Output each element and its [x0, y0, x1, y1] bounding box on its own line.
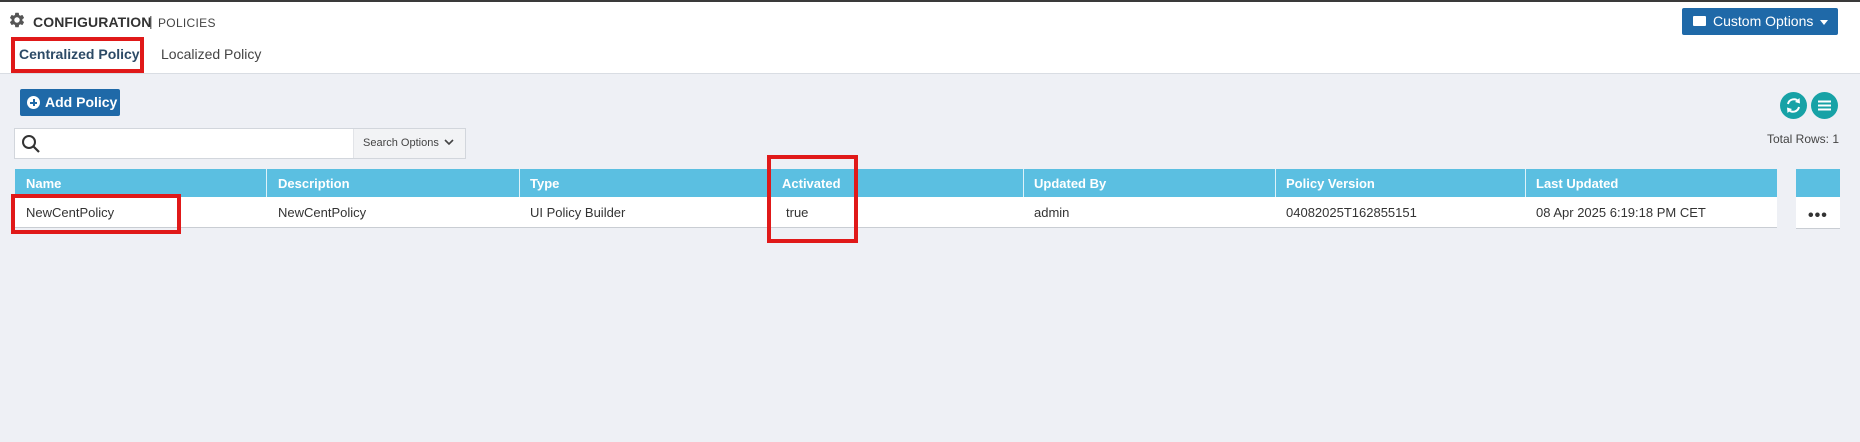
- caret-down-icon: [1820, 20, 1828, 25]
- custom-options-button[interactable]: Custom Options: [1682, 8, 1838, 35]
- column-header-type[interactable]: Type: [530, 176, 559, 191]
- column-header-policy-version[interactable]: Policy Version: [1286, 176, 1375, 191]
- table-menu-button[interactable]: [1811, 92, 1838, 119]
- column-header-description[interactable]: Description: [278, 176, 350, 191]
- column-header-name[interactable]: Name: [26, 176, 61, 191]
- column-divider: [1023, 169, 1024, 197]
- row-actions-cell: •••: [1796, 197, 1840, 229]
- search-input[interactable]: [47, 133, 357, 155]
- page-subtitle: POLICIES: [158, 16, 216, 30]
- monitor-icon: [1693, 16, 1706, 26]
- table-row[interactable]: NewCentPolicy NewCentPolicy UI Policy Bu…: [15, 197, 1777, 228]
- column-divider: [770, 169, 771, 197]
- cell-description: NewCentPolicy: [278, 205, 367, 220]
- policy-tabs: Centralized Policy Localized Policy: [0, 38, 1860, 74]
- table-header: Name Description Type Activated Updated …: [15, 169, 1777, 197]
- column-header-last-updated[interactable]: Last Updated: [1536, 176, 1618, 191]
- add-policy-button[interactable]: Add Policy: [20, 89, 120, 116]
- search-options-label: Search Options: [363, 137, 439, 149]
- gear-icon: [9, 12, 25, 28]
- cell-updated-by: admin: [1034, 205, 1070, 220]
- cell-activated: true: [786, 205, 809, 220]
- title-separator: |: [149, 13, 153, 29]
- cell-type: UI Policy Builder: [530, 205, 626, 220]
- column-divider: [266, 169, 267, 197]
- cell-name[interactable]: NewCentPolicy: [26, 205, 114, 220]
- total-rows: Total Rows: 1: [1766, 132, 1839, 146]
- column-header-updated-by[interactable]: Updated By: [1034, 176, 1106, 191]
- page-header: CONFIGURATION | POLICIES Custom Options: [0, 0, 1860, 38]
- cell-policy-version: 04082025T162855151: [1286, 205, 1417, 220]
- page-title: CONFIGURATION: [33, 14, 152, 30]
- column-divider: [1275, 169, 1276, 197]
- actions-column-header: [1796, 169, 1840, 197]
- search-options-dropdown[interactable]: Search Options: [353, 129, 465, 158]
- chevron-down-icon: [444, 139, 454, 146]
- cell-last-updated: 08 Apr 2025 6:19:18 PM CET: [1536, 205, 1706, 220]
- column-header-activated[interactable]: Activated: [782, 176, 841, 191]
- add-policy-label: Add Policy: [45, 94, 118, 110]
- menu-icon: [1818, 100, 1831, 111]
- tab-centralized-policy[interactable]: Centralized Policy: [19, 46, 140, 62]
- refresh-button[interactable]: [1780, 92, 1807, 119]
- column-divider: [1525, 169, 1526, 197]
- column-divider: [519, 169, 520, 197]
- more-options-icon[interactable]: •••: [1808, 207, 1828, 225]
- search-icon: [22, 135, 40, 153]
- custom-options-label: Custom Options: [1713, 13, 1814, 29]
- search-bar: Search Options: [14, 128, 466, 159]
- plus-circle-icon: [27, 96, 40, 109]
- tab-localized-policy[interactable]: Localized Policy: [161, 46, 261, 62]
- refresh-icon: [1787, 98, 1800, 113]
